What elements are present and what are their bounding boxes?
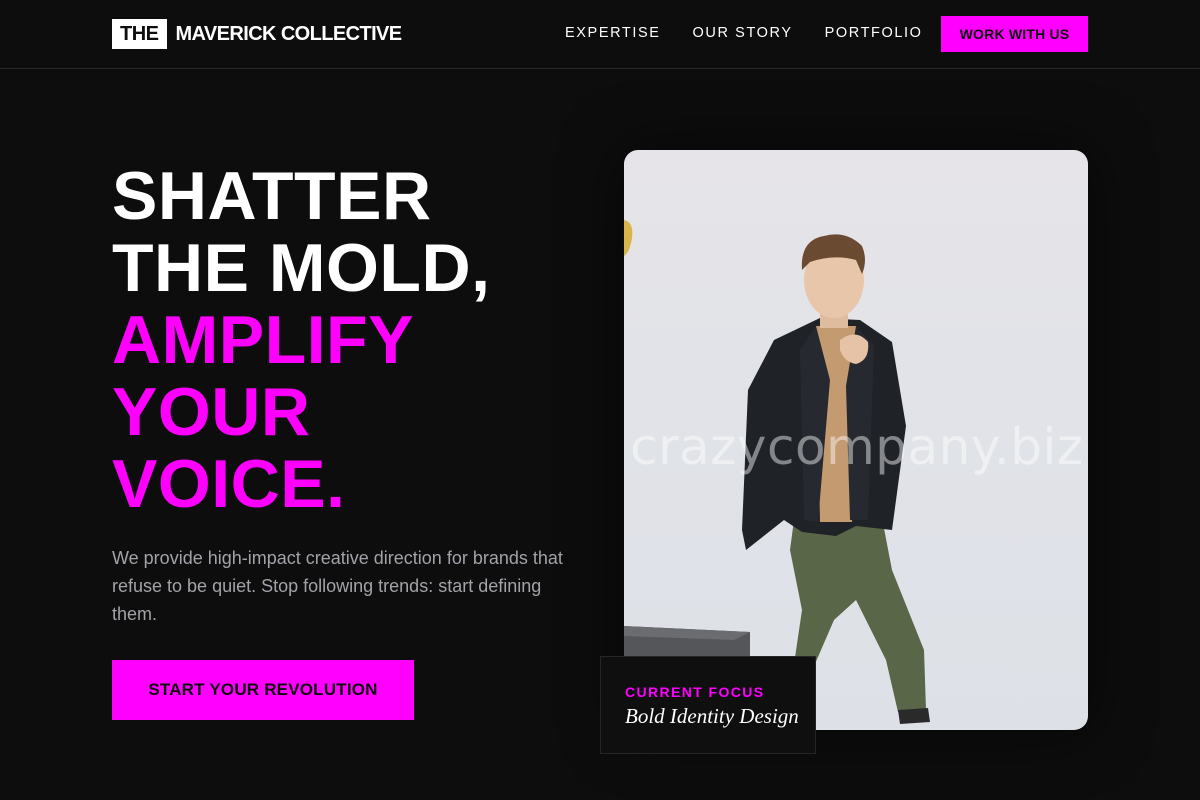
- hero-title: SHATTER THE MOLD, AMPLIFY YOUR VOICE.: [112, 160, 582, 520]
- nav-link-expertise[interactable]: EXPERTISE: [565, 24, 661, 44]
- work-with-us-button[interactable]: WORK WITH US: [941, 16, 1088, 52]
- start-revolution-button[interactable]: START YOUR REVOLUTION: [112, 660, 414, 720]
- hero-title-accent-line: VOICE.: [112, 446, 346, 522]
- logo[interactable]: THE MAVERICK COLLECTIVE: [112, 19, 402, 49]
- hero-title-line: SHATTER: [112, 158, 432, 234]
- main-nav: EXPERTISE OUR STORY PORTFOLIO: [565, 24, 955, 44]
- landing-page: THE MAVERICK COLLECTIVE EXPERTISE OUR ST…: [0, 0, 1200, 800]
- hero-title-accent-line: YOUR: [112, 374, 311, 450]
- current-focus-card: CURRENT FOCUS Bold Identity Design: [600, 656, 816, 754]
- nav-link-portfolio[interactable]: PORTFOLIO: [825, 24, 923, 44]
- logo-text: MAVERICK COLLECTIVE: [175, 23, 403, 45]
- hero-title-line: THE MOLD,: [112, 230, 491, 306]
- focus-value: Bold Identity Design: [625, 704, 799, 728]
- watermark: crazycompany.biz: [630, 418, 1084, 476]
- nav-link-our-story[interactable]: OUR STORY: [693, 24, 793, 44]
- hero-title-accent-line: AMPLIFY: [112, 302, 414, 378]
- focus-label: CURRENT FOCUS: [625, 684, 765, 700]
- hero-photo: crazycompany.biz: [624, 150, 1088, 730]
- site-header: THE MAVERICK COLLECTIVE EXPERTISE OUR ST…: [0, 0, 1200, 69]
- hero-description: We provide high-impact creative directio…: [112, 548, 563, 624]
- logo-mark: THE: [112, 19, 167, 49]
